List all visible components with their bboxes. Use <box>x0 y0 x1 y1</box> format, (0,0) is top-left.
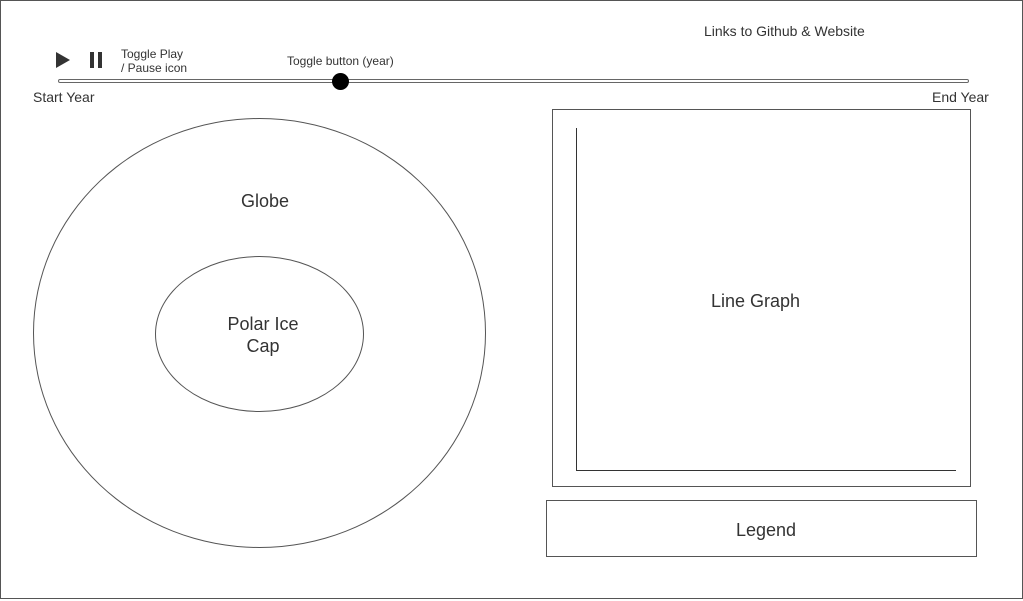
play-pause-annotation: Toggle Play / Pause icon <box>121 47 187 75</box>
play-pause-annotation-line1: Toggle Play <box>121 47 184 61</box>
year-slider-thumb[interactable] <box>331 73 349 90</box>
line-graph-label: Line Graph <box>711 291 801 311</box>
end-year-label: End Year <box>932 89 989 105</box>
start-year-label: Start Year <box>33 89 95 105</box>
pause-bar-right <box>98 52 102 68</box>
pause-bar-left <box>90 52 94 68</box>
year-slider-annotation: Toggle button (year) <box>287 54 394 68</box>
globe-label: Globe <box>241 191 290 211</box>
line-graph-y-axis <box>576 128 577 471</box>
legend-label: Legend <box>736 520 797 540</box>
polar-ice-cap-label-line1: Polar Ice <box>227 314 299 334</box>
polar-ice-cap-label-line2: Cap <box>246 336 280 356</box>
github-website-links[interactable]: Links to Github & Website <box>704 23 865 39</box>
year-slider-track[interactable] <box>58 79 969 83</box>
polar-ice-cap-label: Polar Ice Cap <box>203 313 323 357</box>
play-icon[interactable] <box>56 52 70 68</box>
line-graph-x-axis <box>576 470 956 471</box>
play-pause-annotation-line2: / Pause icon <box>121 61 188 75</box>
pause-icon[interactable] <box>90 52 104 68</box>
